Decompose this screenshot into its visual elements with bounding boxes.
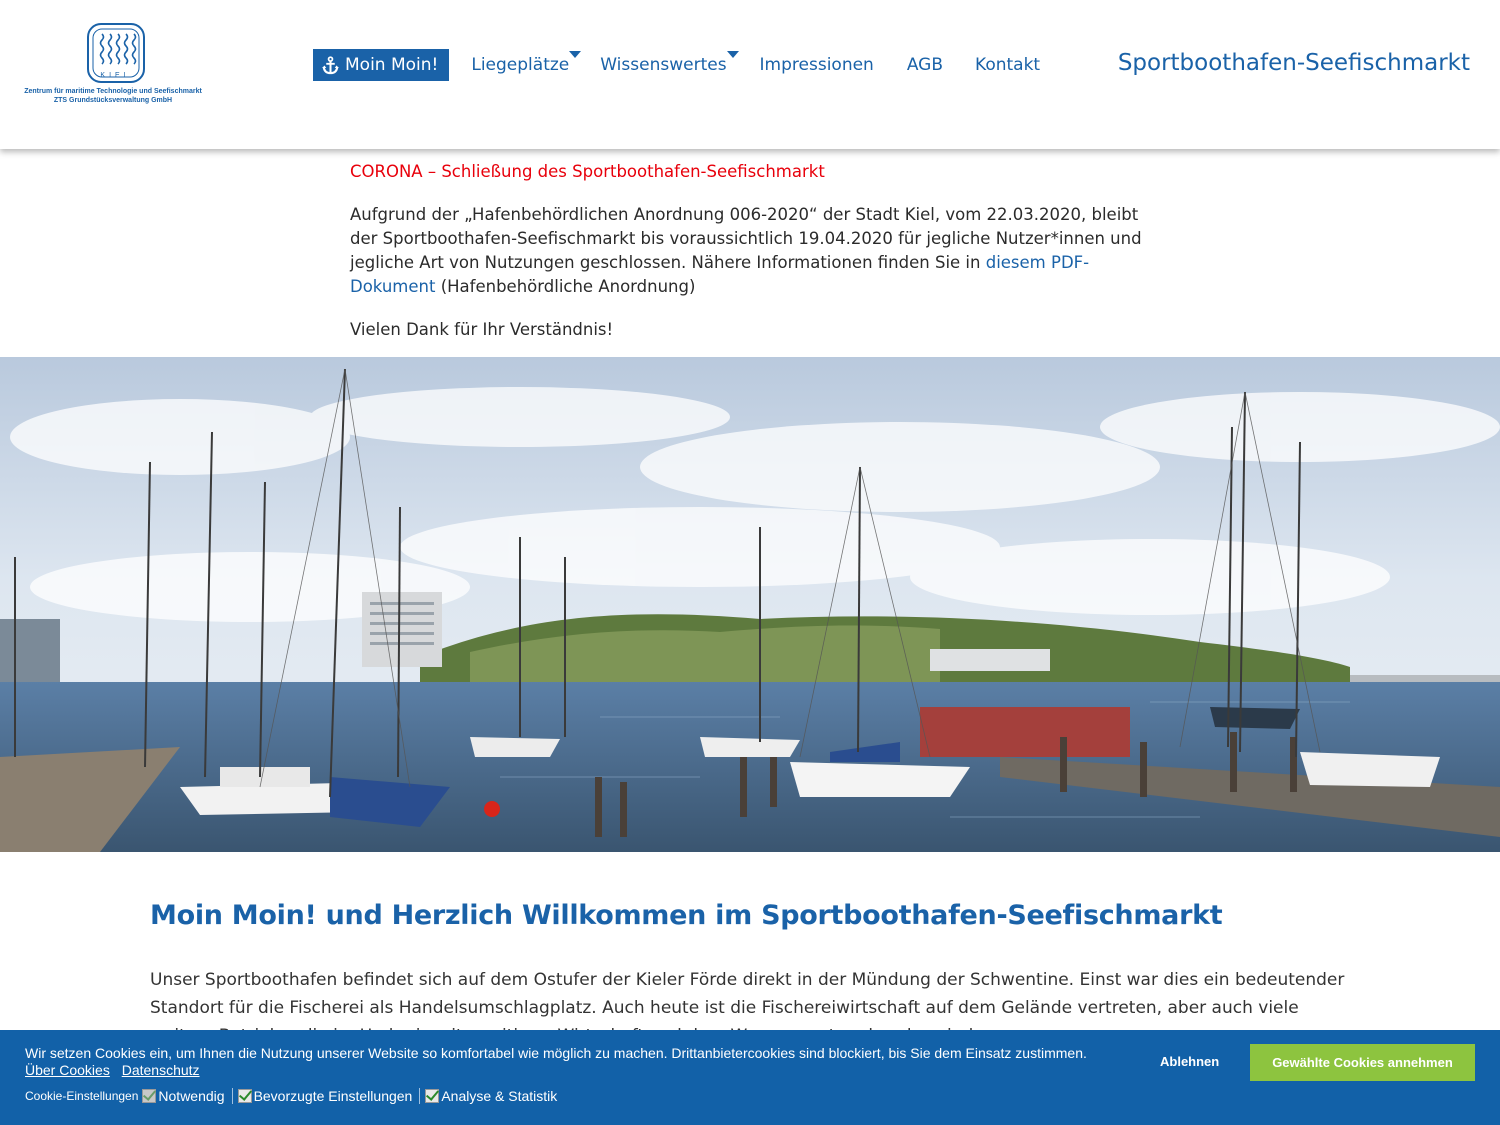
kiel-emblem-icon: KIEL: [87, 23, 145, 83]
anchor-icon: [322, 55, 339, 74]
cookie-banner: Wir setzen Cookies ein, um Ihnen die Nut…: [0, 1030, 1500, 1125]
corona-notice: CORONA – Schließung des Sportboothafen-S…: [350, 160, 1150, 361]
cookie-option-label: Notwendig: [158, 1088, 225, 1104]
nav-item-impressionen[interactable]: Impressionen: [760, 55, 874, 75]
nav-item-wissenswertes[interactable]: Wissenswertes: [600, 51, 739, 75]
notice-text-after-link: (Hafenbehördliche Anordnung): [435, 277, 696, 296]
accept-cookies-button[interactable]: Gewählte Cookies annehmen: [1250, 1044, 1475, 1081]
cookie-settings-label: Cookie-Einstellungen: [25, 1089, 139, 1103]
nav-item-label: AGB: [906, 55, 944, 75]
divider: [231, 1088, 233, 1104]
cookie-settings: Cookie-Einstellungen Notwendig Bevorzugt…: [25, 1088, 563, 1104]
marina-illustration: [0, 357, 1500, 852]
notice-paragraph: Aufgrund der „Hafenbehördlichen Anordnun…: [350, 203, 1150, 299]
cookie-option-necessary[interactable]: Notwendig: [142, 1088, 225, 1104]
company-logo[interactable]: KIEL Zentrum für maritime Technologie un…: [10, 20, 216, 112]
main-nav: Moin Moin! Liegeplätze Wissenswertes Imp…: [313, 49, 1040, 81]
nav-item-liegeplaetze[interactable]: Liegeplätze: [471, 51, 582, 75]
nav-item-agb[interactable]: AGB: [907, 55, 943, 75]
checkbox-checked-icon: [425, 1089, 440, 1103]
cookie-option-preferences[interactable]: Bevorzugte Einstellungen: [237, 1088, 413, 1104]
notice-thanks: Vielen Dank für Ihr Verständnis!: [350, 320, 614, 339]
about-cookies-link[interactable]: Über Cookies: [25, 1062, 110, 1078]
decline-cookies-button[interactable]: Ablehnen: [1160, 1054, 1219, 1069]
hero-marina-image: [0, 357, 1500, 852]
checkbox-checked-icon: [237, 1089, 252, 1103]
site-header: KIEL Zentrum für maritime Technologie un…: [0, 0, 1500, 149]
divider: [419, 1088, 421, 1104]
nav-item-moin-moin[interactable]: Moin Moin!: [313, 49, 450, 81]
site-title[interactable]: Sportboothafen-Seefischmarkt: [1118, 50, 1470, 76]
svg-text:KIEL: KIEL: [100, 72, 131, 79]
cookie-option-label: Analyse & Statistik: [441, 1088, 558, 1104]
cookie-option-statistics[interactable]: Analyse & Statistik: [425, 1088, 557, 1104]
nav-item-label: Liegeplätze: [471, 55, 570, 75]
checkbox-checked-icon: [142, 1089, 157, 1103]
nav-item-label: Impressionen: [759, 55, 874, 75]
dropdown-caret-icon: [726, 51, 739, 58]
welcome-heading: Moin Moin! und Herzlich Willkommen im Sp…: [150, 900, 1223, 931]
nav-item-label: Wissenswertes: [600, 55, 727, 75]
nav-item-label: Kontakt: [975, 55, 1041, 75]
nav-item-label: Moin Moin!: [345, 55, 439, 75]
cookie-links: Über Cookies Datenschutz: [25, 1062, 208, 1078]
notice-title: CORONA – Schließung des Sportboothafen-S…: [350, 162, 825, 181]
logo-line-1: Zentrum für maritime Technologie und See…: [24, 88, 202, 95]
nav-item-kontakt[interactable]: Kontakt: [975, 55, 1040, 75]
dropdown-caret-icon: [569, 51, 582, 58]
privacy-link[interactable]: Datenschutz: [122, 1062, 200, 1078]
cookie-message: Wir setzen Cookies ein, um Ihnen die Nut…: [25, 1045, 1087, 1061]
logo-line-2: ZTS Grundstücksverwaltung GmbH: [53, 97, 173, 104]
cookie-option-label: Bevorzugte Einstellungen: [253, 1088, 413, 1104]
